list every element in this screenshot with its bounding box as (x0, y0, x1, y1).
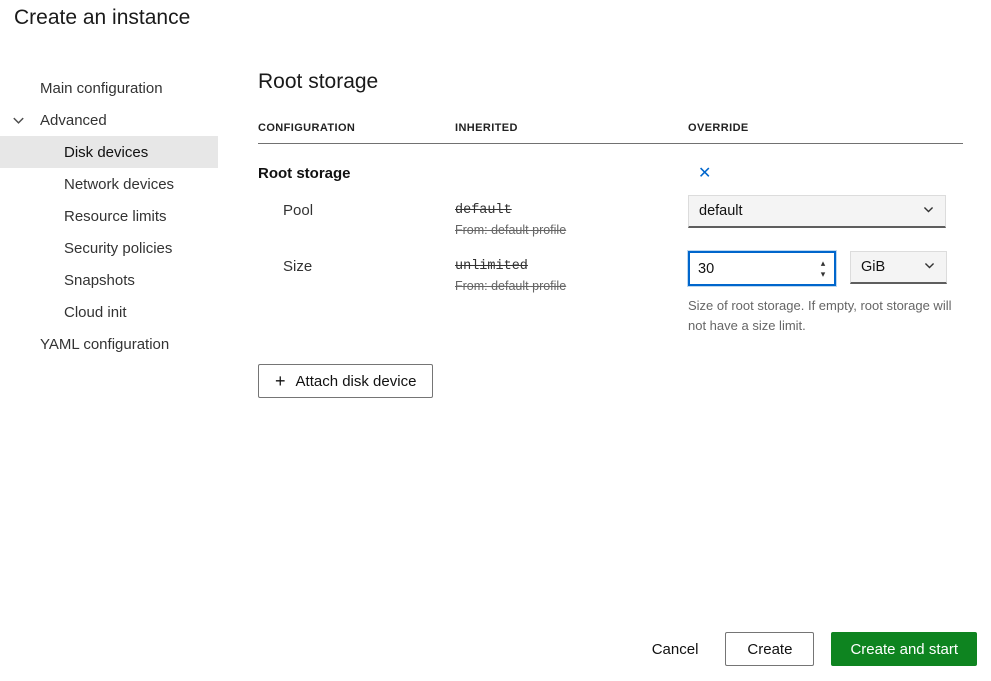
page-title: Create an instance (14, 6, 190, 30)
create-instance-page: Create an instance Main configuration Ad… (0, 0, 991, 681)
root-storage-row-label: Root storage (258, 165, 455, 182)
sidebar-item-network-devices[interactable]: Network devices (0, 168, 218, 200)
size-help-text: Size of root storage. If empty, root sto… (688, 296, 963, 336)
cancel-button[interactable]: Cancel (642, 632, 709, 666)
stepper-down-button[interactable]: ▾ (816, 269, 831, 280)
create-button[interactable]: Create (725, 632, 814, 666)
chevron-down-icon (11, 113, 26, 128)
pool-inherited-source: From: default profile (455, 223, 688, 237)
stepper-up-button[interactable]: ▴ (816, 258, 831, 269)
pool-row-label: Pool (258, 195, 455, 237)
size-inherited-value: unlimited (455, 251, 688, 274)
column-header-override: OVERRIDE (688, 122, 963, 134)
table-row: Pool default From: default profile defau… (258, 182, 963, 237)
sidebar-item-yaml-configuration[interactable]: YAML configuration (0, 328, 218, 360)
chevron-down-icon (922, 203, 935, 220)
sidebar-item-main-configuration[interactable]: Main configuration (0, 72, 218, 104)
plus-icon: + (275, 372, 286, 390)
size-unit-value: GiB (861, 259, 885, 275)
table-header-row: CONFIGURATION INHERITED OVERRIDE (258, 122, 963, 144)
size-stepper: ▴ ▾ (812, 253, 834, 284)
clear-override-button[interactable]: ✕ (696, 166, 713, 182)
size-row-label: Size (258, 251, 455, 336)
sidebar-item-snapshots[interactable]: Snapshots (0, 264, 218, 296)
footer-actions: Cancel Create Create and start (642, 632, 977, 666)
main-panel: Root storage CONFIGURATION INHERITED OVE… (258, 70, 963, 398)
sidebar-item-disk-devices[interactable]: Disk devices (0, 136, 218, 168)
sidebar-item-security-policies[interactable]: Security policies (0, 232, 218, 264)
table-row: Size unlimited From: default profile ▴ ▾… (258, 237, 963, 336)
sidebar-item-resource-limits[interactable]: Resource limits (0, 200, 218, 232)
size-inherited-source: From: default profile (455, 279, 688, 293)
size-input-wrapper: ▴ ▾ (688, 251, 836, 286)
size-input[interactable] (690, 253, 812, 284)
column-header-inherited: INHERITED (455, 122, 688, 134)
pool-select[interactable]: default (688, 195, 946, 228)
create-and-start-button[interactable]: Create and start (831, 632, 977, 666)
column-header-configuration: CONFIGURATION (258, 122, 455, 134)
section-heading: Root storage (258, 70, 963, 94)
sidebar-item-label: Advanced (40, 112, 107, 129)
attach-disk-device-label: Attach disk device (296, 373, 417, 390)
table-row: Root storage ✕ (258, 144, 963, 182)
chevron-down-icon (923, 259, 936, 276)
pool-select-value: default (699, 203, 743, 219)
sidebar-item-advanced[interactable]: Advanced (0, 104, 218, 136)
sidebar-item-cloud-init[interactable]: Cloud init (0, 296, 218, 328)
pool-inherited-value: default (455, 195, 688, 218)
attach-disk-device-button[interactable]: + Attach disk device (258, 364, 433, 398)
size-unit-select[interactable]: GiB (850, 251, 947, 284)
sidebar: Main configuration Advanced Disk devices… (0, 72, 218, 360)
